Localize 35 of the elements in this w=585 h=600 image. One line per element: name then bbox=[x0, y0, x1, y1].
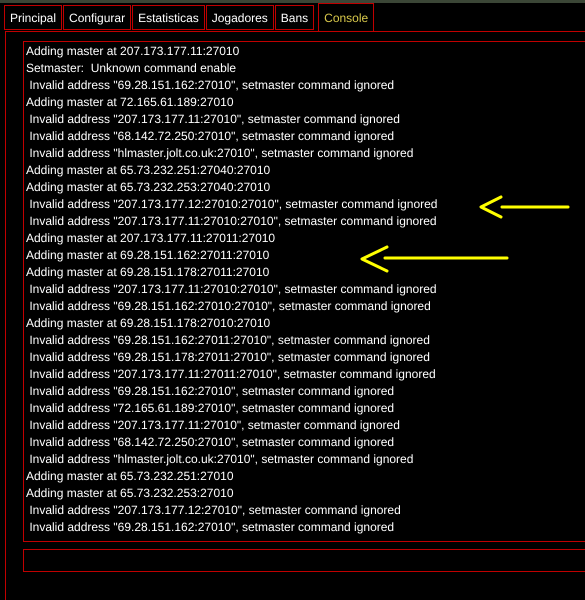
log-line: Invalid address "69.28.151.162:27010", setmaster command ignored bbox=[28, 77, 394, 94]
tab[interactable]: Estatisticas bbox=[132, 5, 205, 30]
log-line: Adding master at 69.28.151.178:27010:27010 bbox=[26, 315, 270, 332]
log-line: Invalid address "69.28.151.162:27011:27010", setmaster command ignored bbox=[28, 332, 430, 349]
log-line: Invalid address "hlmaster.jolt.co.uk:27010", setmaster command ignored bbox=[28, 145, 414, 162]
log-line: Adding master at 69.28.151.162:27011:27010 bbox=[26, 247, 270, 264]
log-line: Adding master at 65.73.232.251:27040:27010 bbox=[26, 162, 270, 179]
log-line: Invalid address "207.173.177.11:27010:27010", setmaster command ignored bbox=[28, 213, 437, 230]
log-line: Invalid address "207.173.177.12:27010", setmaster command ignored bbox=[28, 502, 401, 519]
log-line: Invalid address "207.173.177.11:27010:27010", setmaster command ignored bbox=[28, 281, 437, 298]
log-line: Invalid address "69.28.151.162:27010:27010", setmaster command ignored bbox=[28, 298, 431, 315]
log-line: Adding master at 65.73.232.253:27010 bbox=[26, 485, 234, 502]
log-line: Invalid address "207.173.177.11:27011:27010", setmaster command ignored bbox=[28, 366, 436, 383]
tab[interactable]: Console bbox=[318, 3, 374, 31]
log-line: Adding master at 65.73.232.253:27040:27010 bbox=[26, 179, 270, 196]
log-line: Invalid address "69.28.151.178:27011:27010", setmaster command ignored bbox=[28, 349, 430, 366]
log-line: Invalid address "hlmaster.jolt.co.uk:27010", setmaster command ignored bbox=[28, 451, 414, 468]
log-line: Setmaster: Unknown command enable bbox=[26, 60, 236, 77]
tab[interactable]: Configurar bbox=[63, 5, 132, 30]
log-line: Adding master at 65.73.232.251:27010 bbox=[26, 468, 234, 485]
log-line: Adding master at 69.28.151.178:27011:27010 bbox=[26, 264, 270, 281]
log-line: Adding master at 207.173.177.11:27010 bbox=[26, 43, 240, 60]
log-line: Invalid address "207.173.177.11:27010", setmaster command ignored bbox=[28, 111, 400, 128]
log-line: Invalid address "68.142.72.250:27010", setmaster command ignored bbox=[28, 128, 394, 145]
log-line: Adding master at 72.165.61.189:27010 bbox=[26, 94, 234, 111]
log-line: Invalid address "68.142.72.250:27010", setmaster command ignored bbox=[28, 434, 394, 451]
log-line: Invalid address "207.173.177.11:27010", setmaster command ignored bbox=[28, 417, 400, 434]
log-line: Invalid address "69.28.151.162:27010", setmaster command ignored bbox=[28, 519, 394, 536]
log-line: Adding master at 207.173.177.11:27011:27010 bbox=[26, 230, 276, 247]
tab[interactable]: Jogadores bbox=[206, 5, 274, 30]
log-line: Invalid address "207.173.177.12:27010:27010", setmaster command ignored bbox=[28, 196, 438, 213]
log-line: Invalid address "69.28.151.162:27010", setmaster command ignored bbox=[28, 383, 394, 400]
tab[interactable]: Principal bbox=[4, 5, 62, 30]
tab[interactable]: Bans bbox=[274, 5, 314, 30]
log-line: Invalid address "72.165.61.189:27010", setmaster command ignored bbox=[28, 400, 394, 417]
